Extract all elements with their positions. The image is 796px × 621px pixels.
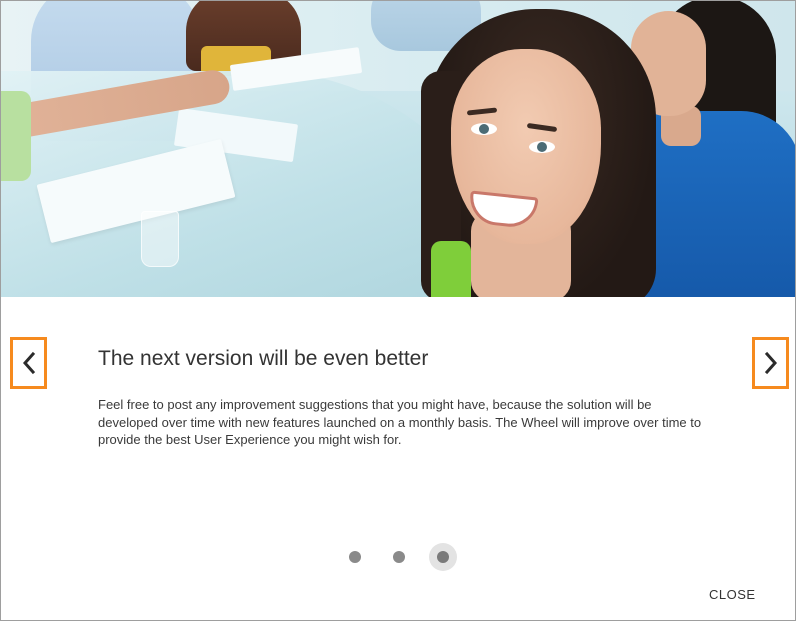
- close-button[interactable]: CLOSE: [697, 583, 768, 606]
- slide-title: The next version will be even better: [98, 347, 429, 370]
- chevron-right-icon: [764, 351, 777, 375]
- slide-description: Feel free to post any improvement sugges…: [98, 397, 702, 447]
- chevron-left-icon: [22, 351, 35, 375]
- pager-dots: [341, 543, 461, 572]
- next-slide-button[interactable]: [752, 337, 789, 389]
- pager-dot-2[interactable]: [393, 551, 405, 563]
- previous-slide-button[interactable]: [10, 337, 47, 389]
- pager-dot-1[interactable]: [349, 551, 361, 563]
- onboarding-dialog: The next version will be even better Fee…: [0, 0, 796, 621]
- hero-image: [1, 1, 795, 297]
- pager-dot-3[interactable]: [437, 551, 449, 563]
